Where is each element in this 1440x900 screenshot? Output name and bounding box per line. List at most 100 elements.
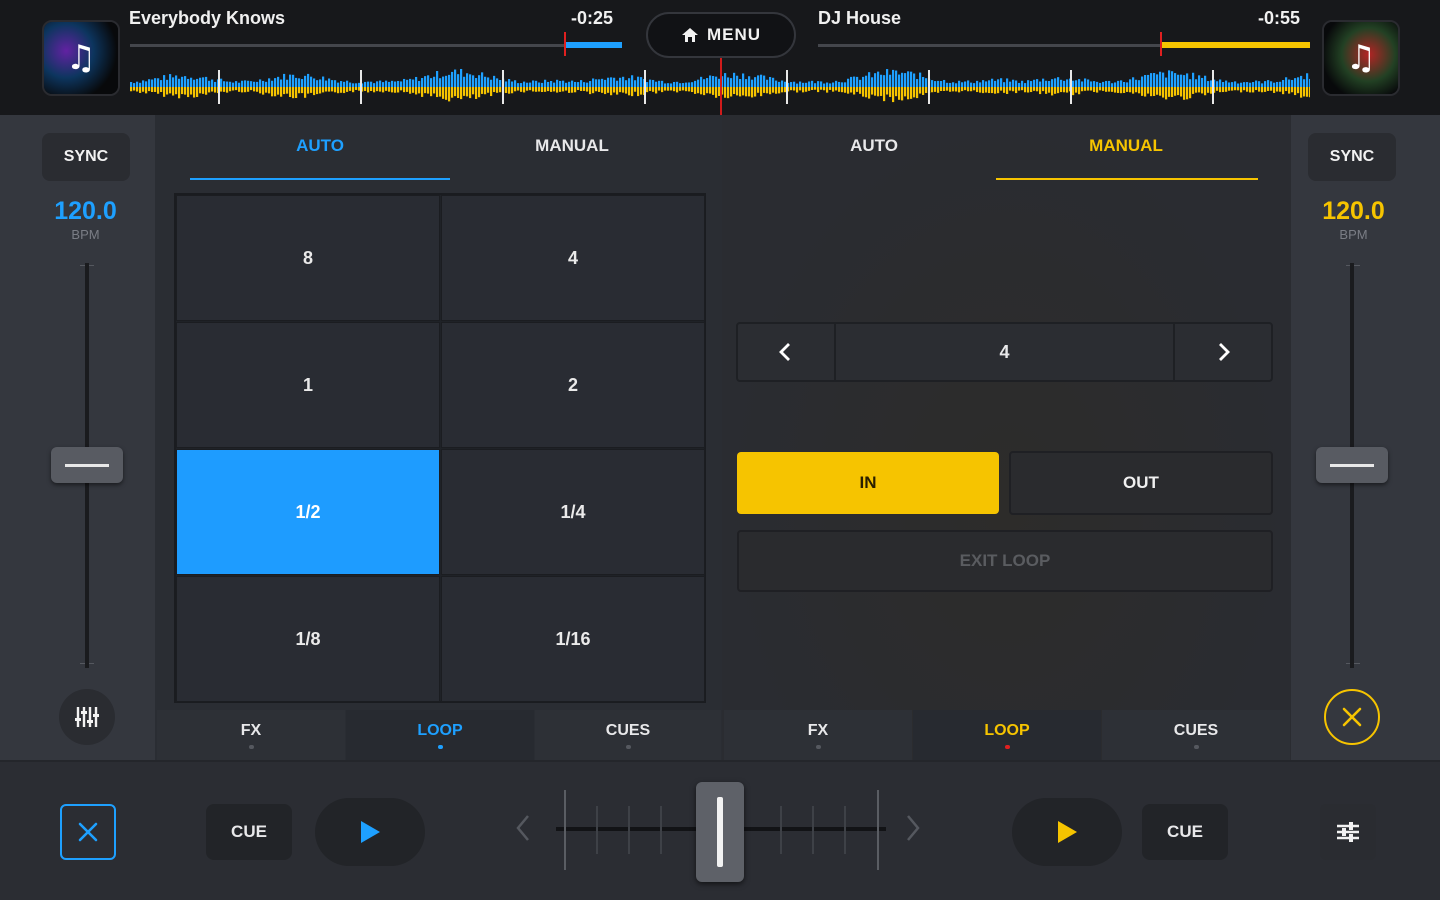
waveform-bar — [964, 87, 967, 91]
waveform-bar — [859, 79, 862, 87]
waveform-bar — [196, 78, 199, 87]
waveform-bar — [1027, 87, 1030, 93]
waveform-bar — [277, 76, 280, 87]
dj-app: ♫ Everybody Knows -0:25 MENU DJ House -0… — [0, 0, 1440, 900]
left-tab-auto[interactable]: AUTO — [190, 135, 450, 175]
left-tab-manual[interactable]: MANUAL — [442, 135, 702, 175]
waveform-bar — [433, 87, 436, 94]
left-tab-fx[interactable]: FX — [157, 710, 345, 760]
waveform-bar — [844, 82, 847, 87]
waveform-bar — [223, 81, 226, 87]
loop-pad-1[interactable]: 1 — [176, 322, 440, 448]
chevron-right-icon[interactable] — [905, 814, 921, 842]
waveform-bar — [226, 81, 229, 87]
loop-size-prev-button[interactable] — [738, 324, 832, 380]
waveform-bar — [967, 80, 970, 87]
waveform-bar — [676, 81, 679, 87]
left-cue-button[interactable]: CUE — [206, 804, 292, 860]
waveform-bar — [331, 87, 334, 92]
loop-pad-1-8[interactable]: 1/8 — [176, 576, 440, 702]
waveform-bar — [973, 83, 976, 87]
right-tab-loop[interactable]: LOOP — [913, 710, 1101, 760]
loop-pad-2[interactable]: 2 — [441, 322, 705, 448]
waveform-bar — [832, 87, 835, 92]
right-sync-button[interactable]: SYNC — [1308, 133, 1396, 181]
left-deck-close-button[interactable] — [60, 804, 116, 860]
tab-dot — [625, 744, 631, 749]
loop-pad-1-2[interactable]: 1/2 — [176, 449, 440, 575]
right-tab-manual[interactable]: MANUAL — [996, 135, 1256, 175]
waveform-bar — [301, 87, 304, 94]
waveform-bar — [1219, 87, 1222, 93]
waveform-bar — [1309, 78, 1310, 87]
waveform-bar — [673, 87, 676, 92]
loop-in-button[interactable]: IN — [737, 452, 999, 514]
left-deck-cover[interactable]: ♫ — [42, 20, 120, 96]
left-overview-track[interactable] — [130, 44, 565, 47]
waveform-bar — [286, 79, 289, 87]
waveform-bar — [640, 87, 643, 95]
right-deck-cover[interactable]: ♫ — [1322, 20, 1400, 96]
waveform-bar — [943, 79, 946, 87]
waveform-bar — [130, 81, 133, 87]
waveform-bar — [1132, 77, 1135, 87]
waveform-bar — [715, 76, 718, 87]
waveform-bar — [583, 87, 586, 91]
left-pitch-slider-knob[interactable] — [51, 447, 123, 483]
loop-pad-1-16[interactable]: 1/16 — [441, 576, 705, 702]
loop-out-button[interactable]: OUT — [1009, 451, 1273, 515]
waveform-bar — [487, 77, 490, 87]
waveform-bar — [1126, 82, 1129, 87]
right-cue-button[interactable]: CUE — [1142, 804, 1228, 860]
waveform-bar — [1102, 87, 1105, 91]
waveform-bar — [694, 80, 697, 87]
waveform-bar — [268, 87, 271, 94]
right-tab-auto[interactable]: AUTO — [744, 135, 1004, 175]
waveform-bar — [1255, 80, 1258, 87]
right-tab-fx[interactable]: FX — [724, 710, 912, 760]
waveform-bar — [178, 87, 181, 99]
crossfader-knob[interactable] — [696, 782, 744, 882]
waveform-bar — [955, 83, 958, 87]
loop-pad-4[interactable]: 4 — [441, 195, 705, 321]
waveform-bar — [1159, 87, 1162, 96]
waveform-bar — [805, 82, 808, 87]
exit-loop-button[interactable]: EXIT LOOP — [737, 530, 1273, 592]
loop-pad-1-4[interactable]: 1/4 — [441, 449, 705, 575]
waveform-bar — [1249, 87, 1252, 93]
waveform-bar — [178, 78, 181, 87]
waveform-bar — [970, 82, 973, 87]
loop-size-value: 4 — [834, 324, 1175, 380]
beat-marker — [502, 70, 504, 104]
waveform-bar — [637, 76, 640, 87]
waveform-bar — [838, 81, 841, 87]
loop-pad-8[interactable]: 8 — [176, 195, 440, 321]
left-mixer-button[interactable] — [59, 689, 115, 745]
right-eq-button[interactable] — [1320, 804, 1376, 860]
waveform-bar — [244, 87, 247, 93]
chevron-left-icon[interactable] — [515, 814, 531, 842]
waveform-bar — [901, 87, 904, 101]
right-pitch-slider-knob[interactable] — [1316, 447, 1388, 483]
waveform-bar — [424, 76, 427, 87]
waveform-bar — [1258, 87, 1261, 92]
menu-button[interactable]: MENU — [646, 12, 796, 58]
right-play-button[interactable] — [1012, 798, 1122, 866]
right-overview-track[interactable] — [818, 44, 1160, 47]
right-tab-cues[interactable]: CUES — [1102, 710, 1290, 760]
waveform-bar — [1114, 87, 1117, 93]
left-tab-loop[interactable]: LOOP — [346, 710, 534, 760]
waveform-bar — [1309, 87, 1310, 98]
waveform-bar — [670, 87, 673, 91]
left-tab-cues[interactable]: CUES — [535, 710, 721, 760]
waveform-bar — [424, 87, 427, 94]
waveform-bar — [214, 87, 217, 93]
waveform-bar — [1231, 87, 1234, 91]
right-close-button[interactable] — [1324, 689, 1380, 745]
loop-size-next-button[interactable] — [1177, 324, 1271, 380]
waveform-bar — [985, 87, 988, 93]
left-play-button[interactable] — [315, 798, 425, 866]
waveform-bar — [1192, 87, 1195, 94]
left-sync-button[interactable]: SYNC — [42, 133, 130, 181]
waveform-bar — [646, 87, 649, 93]
